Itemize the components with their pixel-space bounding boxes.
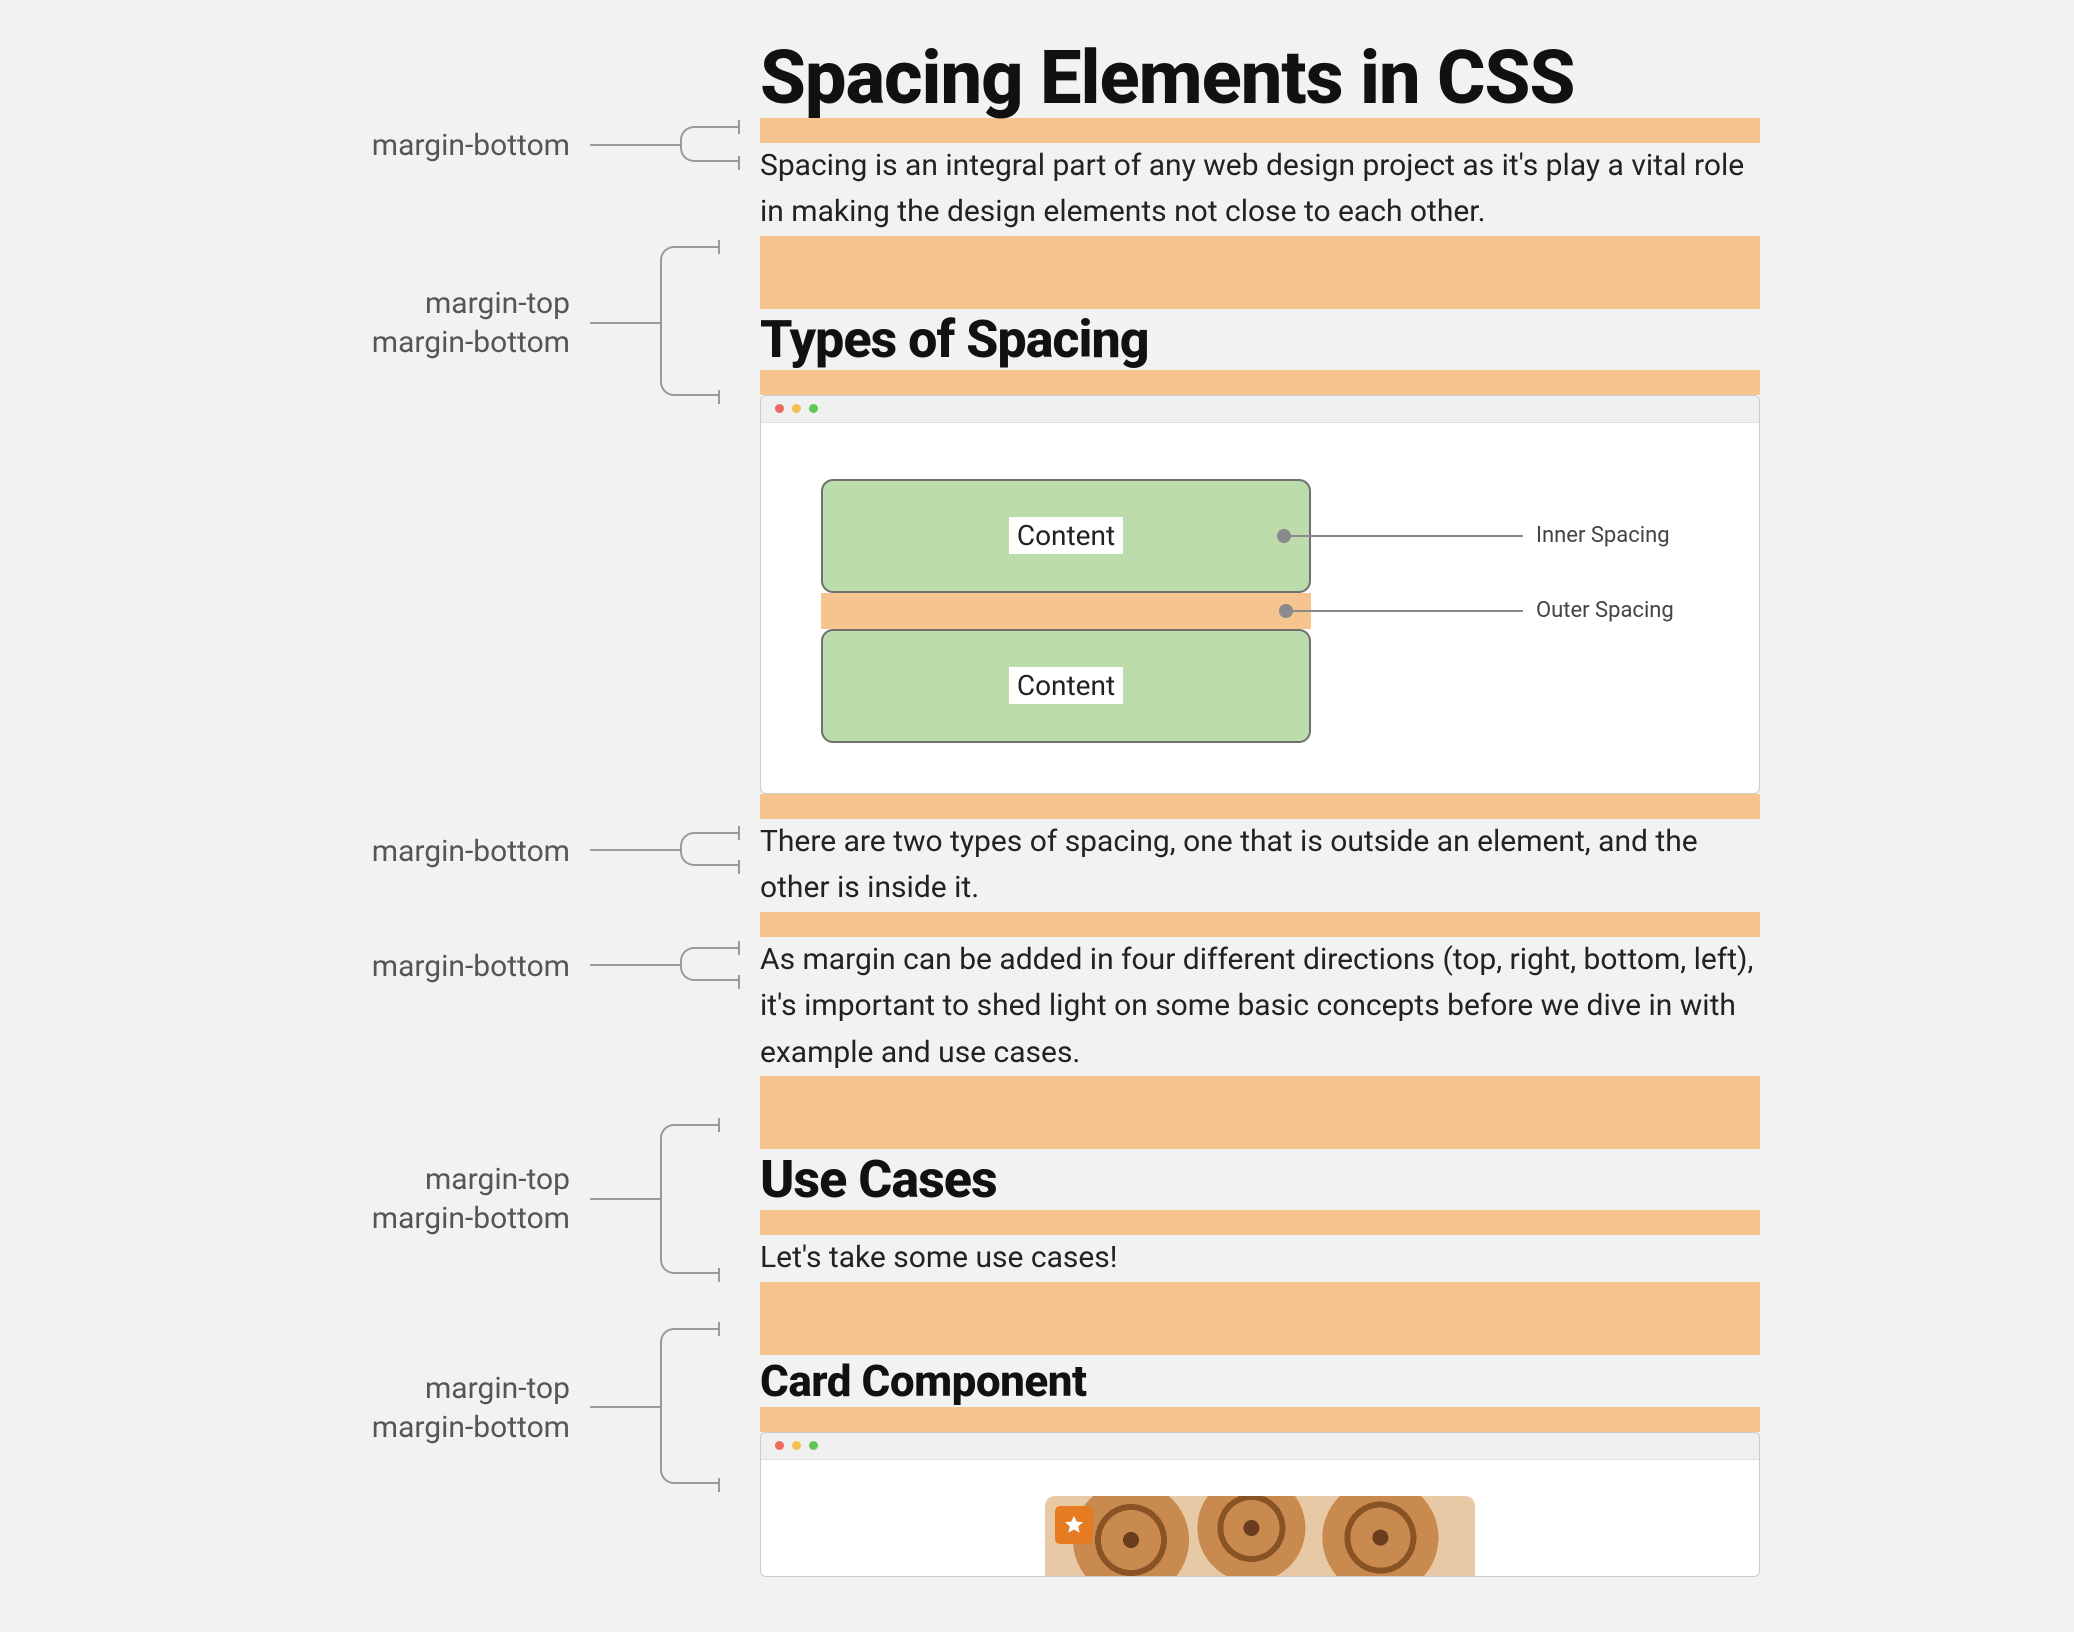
annotation-label-5: margin-top margin-bottom	[130, 1160, 570, 1238]
outer-spacing-highlight	[821, 593, 1311, 629]
page-title: Spacing Elements in CSS	[760, 40, 1760, 118]
bracket-tick	[738, 975, 740, 989]
minimize-icon	[792, 1441, 801, 1450]
close-icon	[775, 1441, 784, 1450]
annotation-text: margin-bottom	[130, 126, 570, 165]
browser-viewport	[761, 1460, 1759, 1576]
bracket-tick	[738, 860, 740, 874]
bracket-tick	[738, 826, 740, 840]
favorite-badge	[1055, 1506, 1093, 1544]
annotation-text: margin-bottom	[130, 832, 570, 871]
annotation-label-4: margin-bottom	[130, 947, 570, 986]
leader-line	[1288, 535, 1523, 537]
bracket	[680, 832, 740, 866]
margin-highlight	[760, 912, 1760, 937]
margin-highlight	[760, 1076, 1760, 1149]
annotation-label-6: margin-top margin-bottom	[130, 1369, 570, 1447]
heading-types: Types of Spacing	[760, 309, 1760, 370]
bracket-tick	[718, 1322, 720, 1336]
annotation-label-3: margin-bottom	[130, 832, 570, 871]
bracket	[680, 126, 740, 162]
leader-line	[1288, 610, 1523, 612]
close-icon	[775, 404, 784, 413]
bracket	[660, 246, 720, 396]
bracket-tick	[718, 1478, 720, 1492]
margin-highlight	[760, 236, 1760, 309]
bracket-tick	[738, 120, 740, 134]
bracket-leader	[590, 964, 680, 966]
annotation-text: margin-top	[130, 1160, 570, 1199]
outer-spacing-label: Outer Spacing	[1536, 598, 1674, 623]
annotation-text: margin-top	[130, 284, 570, 323]
window-titlebar	[761, 396, 1759, 423]
margin-highlight	[760, 1407, 1760, 1432]
paragraph-usecases-intro: Let's take some use cases!	[760, 1235, 1760, 1282]
inner-spacing-label: Inner Spacing	[1536, 523, 1670, 548]
minimize-icon	[792, 404, 801, 413]
annotation-text: margin-bottom	[130, 323, 570, 362]
bracket-leader	[590, 849, 680, 851]
intro-paragraph: Spacing is an integral part of any web d…	[760, 143, 1760, 236]
browser-window-mock-2	[760, 1432, 1760, 1577]
article-column: Spacing Elements in CSS Spacing is an in…	[760, 40, 1760, 1577]
bracket-tick	[718, 390, 720, 404]
bracket-leader	[590, 1406, 660, 1408]
card-hero-image	[1045, 1496, 1475, 1576]
annotation-text: margin-bottom	[130, 1408, 570, 1447]
bracket	[660, 1124, 720, 1274]
margin-highlight	[760, 1282, 1760, 1355]
bracket-leader	[590, 322, 660, 324]
annotation-text: margin-top	[130, 1369, 570, 1408]
annotation-label-2: margin-top margin-bottom	[130, 284, 570, 362]
annotation-text: margin-bottom	[130, 1199, 570, 1238]
paragraph-margin-directions: As margin can be added in four different…	[760, 937, 1760, 1077]
star-icon	[1063, 1514, 1085, 1536]
browser-window-mock: Content Content Inner Spacing Outer Spac…	[760, 395, 1760, 794]
heading-card-component: Card Component	[760, 1355, 1760, 1407]
heading-usecases: Use Cases	[760, 1149, 1760, 1210]
bracket-tick	[718, 1268, 720, 1282]
paragraph-types-explain: There are two types of spacing, one that…	[760, 819, 1760, 912]
bracket-tick	[738, 941, 740, 955]
margin-highlight	[760, 1210, 1760, 1235]
zoom-icon	[809, 1441, 818, 1450]
margin-highlight	[760, 794, 1760, 819]
zoom-icon	[809, 404, 818, 413]
bracket-leader	[590, 1198, 660, 1200]
bracket	[680, 947, 740, 981]
content-label: Content	[1009, 667, 1123, 704]
window-titlebar	[761, 1433, 1759, 1460]
bracket-tick	[718, 240, 720, 254]
bracket-tick	[718, 1118, 720, 1132]
content-box-1: Content	[821, 479, 1311, 593]
annotation-label-1: margin-bottom	[130, 126, 570, 165]
page: margin-bottom margin-top margin-bottom m…	[0, 0, 2074, 1632]
browser-viewport: Content Content Inner Spacing Outer Spac…	[761, 423, 1759, 793]
bracket-leader	[590, 144, 680, 146]
margin-highlight	[760, 370, 1760, 395]
content-box-2: Content	[821, 629, 1311, 743]
content-label: Content	[1009, 517, 1123, 554]
annotation-text: margin-bottom	[130, 947, 570, 986]
bracket	[660, 1328, 720, 1484]
bracket-tick	[738, 156, 740, 170]
